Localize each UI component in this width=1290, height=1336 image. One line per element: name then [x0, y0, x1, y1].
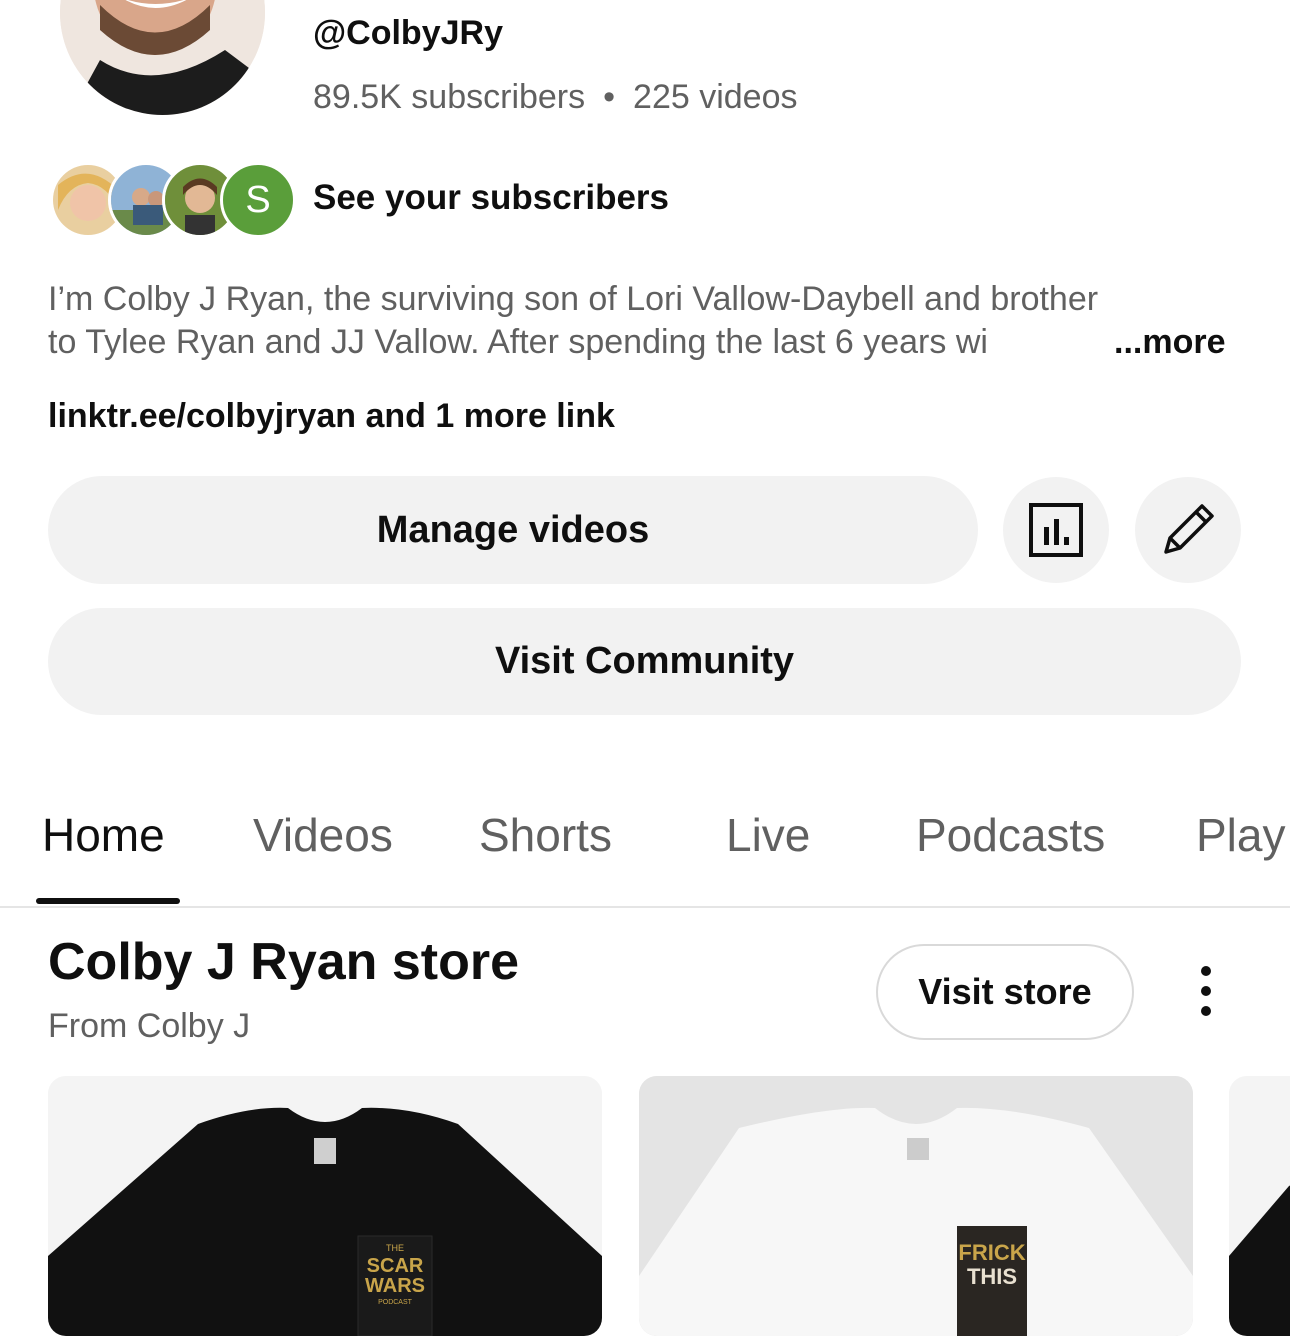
channel-stats: 89.5K subscribers • 225 videos — [313, 78, 798, 117]
tab-podcasts[interactable]: Podcasts — [916, 808, 1105, 862]
subscriber-initial: S — [245, 178, 271, 221]
description-line-1: I’m Colby J Ryan, the surviving son of L… — [48, 280, 1099, 318]
shirt-print-line: SCAR — [367, 1255, 424, 1277]
channel-tabs: Home Videos Shorts Live Podcasts Play — [0, 780, 1290, 908]
product-card[interactable] — [1229, 1076, 1290, 1336]
store-subtitle: From Colby J — [48, 1007, 251, 1045]
manage-videos-button[interactable]: Manage videos — [48, 476, 978, 584]
analytics-button[interactable] — [1003, 477, 1109, 583]
avatar-photo — [60, 0, 265, 115]
visit-community-button[interactable]: Visit Community — [48, 608, 1241, 715]
channel-links[interactable]: linktr.ee/colbyjryan and 1 more link — [48, 397, 615, 436]
analytics-icon — [1029, 503, 1083, 557]
channel-handle: @ColbyJRy — [313, 14, 503, 52]
white-tshirt-image: FRICK THIS — [639, 1076, 1193, 1336]
shirt-print-line: FRICK — [958, 1240, 1025, 1265]
stats-separator: • — [603, 78, 616, 116]
video-count: 225 videos — [633, 78, 798, 116]
pencil-icon — [1164, 504, 1214, 554]
store-title: Colby J Ryan store — [48, 933, 520, 991]
tab-home[interactable]: Home — [42, 808, 165, 862]
channel-description[interactable]: I’m Colby J Ryan, the surviving son of L… — [48, 278, 1248, 364]
edit-channel-button[interactable] — [1135, 477, 1241, 583]
more-options-button[interactable] — [1186, 964, 1226, 1018]
product-card[interactable]: THE SCAR WARS PODCAST — [48, 1076, 602, 1336]
shirt-print-line: WARS — [365, 1275, 425, 1297]
black-tshirt-image: THE SCAR WARS PODCAST — [48, 1076, 602, 1336]
see-subscribers-link[interactable]: See your subscribers — [313, 178, 669, 218]
shirt-print-line: THE — [386, 1243, 404, 1253]
visit-store-button[interactable]: Visit store — [876, 944, 1134, 1040]
channel-avatar[interactable] — [60, 0, 265, 115]
tab-playlists[interactable]: Play — [1196, 808, 1285, 862]
product-card[interactable]: FRICK THIS — [639, 1076, 1193, 1336]
subscriber-count: 89.5K subscribers — [313, 78, 586, 116]
tshirt-image — [1229, 1076, 1290, 1336]
tab-videos[interactable]: Videos — [253, 808, 393, 862]
shirt-print-line: PODCAST — [378, 1299, 413, 1306]
description-line-2: to Tylee Ryan and JJ Vallow. After spend… — [48, 323, 988, 361]
shirt-print-line: THIS — [967, 1264, 1017, 1289]
active-tab-indicator — [36, 898, 180, 904]
kebab-menu-icon — [1201, 966, 1211, 1016]
more-button[interactable]: ...more — [1114, 321, 1225, 364]
subscriber-avatar-initial: S — [220, 162, 296, 238]
tab-live[interactable]: Live — [726, 808, 810, 862]
tab-shorts[interactable]: Shorts — [479, 808, 612, 862]
